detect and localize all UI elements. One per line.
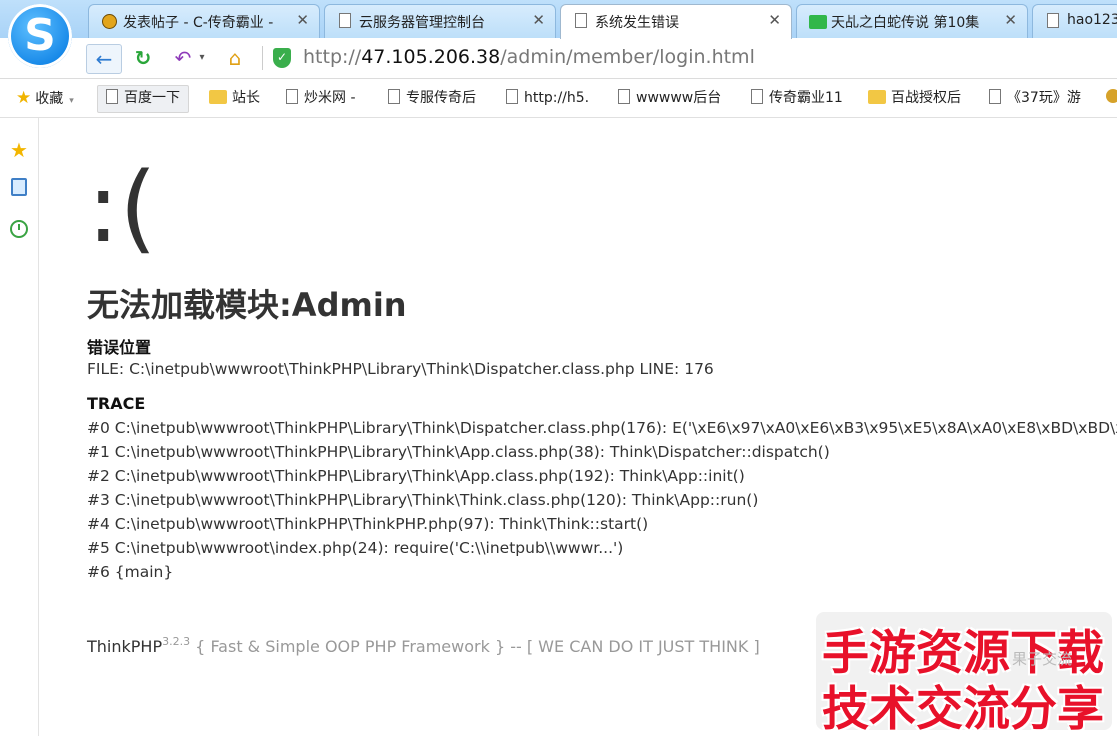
- bookmark-item[interactable]: 《37玩》游: [989, 85, 1081, 111]
- star-icon[interactable]: ★: [8, 138, 30, 162]
- watermark-line: 技术交流分享: [822, 682, 1104, 737]
- bookmarks-bar: ★ 收藏 ▾ 百度一下 站长 炒米网 - 专服传奇后 http://h5. wwww…: [0, 79, 1117, 118]
- bookmark-item[interactable]: 专服传奇后: [388, 85, 476, 111]
- tablet-icon[interactable]: [11, 178, 27, 196]
- tab-system-error[interactable]: 系统发生错误 ✕: [560, 4, 792, 39]
- folder-icon: [209, 90, 227, 104]
- home-button[interactable]: ⌂: [220, 44, 250, 72]
- iqiyi-icon: [809, 15, 827, 29]
- tab-cloud-console[interactable]: 云服务器管理控制台 ✕: [324, 4, 556, 38]
- back-button[interactable]: ←: [86, 44, 122, 74]
- trace-heading: TRACE: [87, 394, 146, 413]
- framework-version: 3.2.3: [162, 635, 191, 648]
- page-title: 无法加载模块:Admin: [87, 286, 407, 324]
- trace-line: #6 {main}: [87, 563, 174, 581]
- page-icon: [506, 89, 518, 104]
- url-path: /admin/member/login.html: [500, 46, 755, 68]
- page-icon: [1047, 13, 1059, 28]
- page-icon: [286, 89, 298, 104]
- trace-line: #1 C:\inetpub\wwwroot\ThinkPHP\Library\T…: [87, 443, 830, 461]
- url-scheme: http://: [303, 46, 362, 68]
- bookmark-item[interactable]: 传奇霸业11: [751, 85, 843, 111]
- url-host: 47.105.206.38: [361, 46, 501, 68]
- navigation-bar: ← ↻ ↶ ▾ ⌂ ✓ http://47.105.206.38/admin/m…: [0, 38, 1117, 79]
- watermark: 手游资源下载 果子交流 技术交流分享: [816, 612, 1112, 737]
- watermark-sub: 果子交流: [1012, 650, 1073, 668]
- tab-forum-post[interactable]: 发表帖子 - C-传奇霸业 - ✕: [88, 4, 320, 38]
- chevron-down-icon[interactable]: ▾: [196, 44, 208, 72]
- location-heading: 错误位置: [87, 338, 152, 357]
- address-input[interactable]: http://47.105.206.38/admin/member/login.…: [303, 46, 755, 68]
- trace-line: #0 C:\inetpub\wwwroot\ThinkPHP\Library\T…: [87, 419, 1117, 437]
- browser-logo-icon[interactable]: S: [8, 4, 72, 68]
- shield-icon[interactable]: ✓: [273, 48, 291, 68]
- close-icon[interactable]: ✕: [1004, 11, 1017, 29]
- history-clock-icon[interactable]: [10, 220, 28, 238]
- close-icon[interactable]: ✕: [768, 11, 781, 29]
- refresh-button[interactable]: ↻: [128, 44, 158, 72]
- tab-hao123[interactable]: hao123: [1032, 4, 1117, 38]
- bookmark-item[interactable]: 炒米网 -: [286, 85, 356, 111]
- page-icon: [751, 89, 763, 104]
- tab-label: hao123: [1067, 12, 1117, 28]
- page-icon: [106, 89, 118, 104]
- tab-label: 发表帖子 - C-传奇霸业 -: [123, 15, 274, 31]
- bookmark-favorites[interactable]: ★ 收藏 ▾: [16, 85, 74, 111]
- trace-line: #4 C:\inetpub\wwwroot\ThinkPHP\ThinkPHP.…: [87, 515, 649, 533]
- bookmark-overflow-icon[interactable]: [1106, 89, 1117, 103]
- trace-line: #5 C:\inetpub\wwwroot\index.php(24): req…: [87, 539, 624, 557]
- trace-line: #3 C:\inetpub\wwwroot\ThinkPHP\Library\T…: [87, 491, 759, 509]
- bookmark-item[interactable]: 百度一下: [97, 85, 189, 113]
- emoji-face-icon: [102, 14, 117, 29]
- page-icon: [989, 89, 1001, 104]
- file-line: FILE: C:\inetpub\wwwroot\ThinkPHP\Librar…: [87, 360, 714, 378]
- page-icon: [618, 89, 630, 104]
- bookmark-folder[interactable]: 百战授权后: [868, 85, 961, 111]
- bookmark-item[interactable]: wwwww后台: [618, 85, 721, 111]
- folder-icon: [868, 90, 886, 104]
- tab-label: 云服务器管理控制台: [359, 15, 485, 31]
- tab-label: 天乩之白蛇传说 第10集: [831, 15, 980, 31]
- side-panel: ★: [0, 118, 39, 736]
- trace-line: #2 C:\inetpub\wwwroot\ThinkPHP\Library\T…: [87, 467, 745, 485]
- page-icon: [575, 13, 587, 28]
- tab-strip: 发表帖子 - C-传奇霸业 - ✕ 云服务器管理控制台 ✕ 系统发生错误 ✕ 天…: [0, 0, 1117, 39]
- page-icon: [339, 13, 351, 28]
- framework-slogan: { Fast & Simple OOP PHP Framework } -- […: [190, 637, 760, 656]
- framework-link[interactable]: ThinkPHP: [87, 637, 162, 656]
- bookmark-folder[interactable]: 站长: [209, 85, 260, 111]
- bookmark-item[interactable]: http://h5.: [506, 85, 589, 111]
- divider: [262, 46, 263, 70]
- page-icon: [388, 89, 400, 104]
- tab-video[interactable]: 天乩之白蛇传说 第10集 ✕: [796, 4, 1028, 38]
- undo-close-button[interactable]: ↶: [168, 44, 198, 72]
- sad-face: :(: [87, 152, 157, 264]
- framework-footer: ThinkPHP3.2.3 { Fast & Simple OOP PHP Fr…: [87, 635, 760, 656]
- chevron-down-icon: ▾: [69, 96, 74, 106]
- close-icon[interactable]: ✕: [296, 11, 309, 29]
- close-icon[interactable]: ✕: [532, 11, 545, 29]
- tab-label: 系统发生错误: [595, 15, 679, 31]
- star-icon: ★: [16, 88, 32, 108]
